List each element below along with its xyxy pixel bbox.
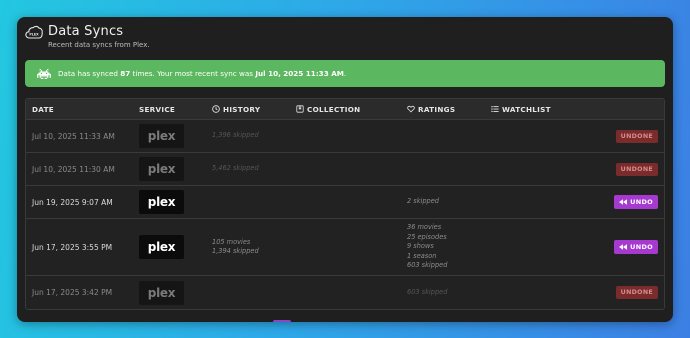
table-row: Jun 17, 2025 3:55 PM plex 105 movies 1,3… bbox=[26, 219, 664, 276]
history-line: 5,462 skipped bbox=[212, 164, 259, 173]
alert-prefix: Data has synced bbox=[58, 69, 121, 78]
alert-text: Data has synced 87 times. Your most rece… bbox=[58, 69, 346, 78]
plex-logo: plex bbox=[139, 190, 184, 214]
table-row: Jun 17, 2025 3:42 PM plex 603 skipped UN… bbox=[26, 276, 664, 309]
undone-button[interactable]: UNDONE bbox=[615, 129, 658, 143]
history-cell: 1,396 skipped bbox=[212, 131, 296, 141]
space-invader-icon bbox=[37, 68, 51, 79]
plex-logo: plex bbox=[139, 157, 184, 181]
row-date: Jun 17, 2025 3:55 PM bbox=[32, 242, 113, 252]
scroll-indicator[interactable] bbox=[273, 320, 291, 322]
header-watchlist-label: WATCHLIST bbox=[502, 104, 551, 114]
header-watchlist: WATCHLIST bbox=[491, 105, 581, 114]
sync-count: 87 bbox=[120, 69, 131, 78]
plex-logo: plex bbox=[139, 280, 184, 305]
action-cell: UNDONE bbox=[581, 286, 664, 299]
header-date: DATE bbox=[32, 104, 54, 114]
bookmark-icon bbox=[296, 105, 304, 113]
ratings-cell: 2 skipped bbox=[407, 197, 491, 207]
page-title: Data Syncs bbox=[48, 24, 124, 39]
page-subtitle: Recent data syncs from Plex. bbox=[48, 41, 150, 49]
alert-middle: times. Your most recent sync was bbox=[130, 69, 256, 78]
header-ratings-label: RATINGS bbox=[418, 104, 456, 114]
action-cell: UNDO bbox=[581, 195, 664, 209]
panel-header: PLEX Data Syncs Recent data syncs from P… bbox=[25, 24, 150, 49]
table-header: DATE SERVICE HISTORY COLLECTION RATINGS … bbox=[26, 99, 664, 120]
heart-icon bbox=[407, 105, 415, 113]
ratings-cell: 603 skipped bbox=[407, 288, 491, 298]
table-row: Jun 19, 2025 9:07 AM plex 2 skipped UNDO bbox=[26, 186, 664, 219]
undo-label: UNDO bbox=[630, 243, 653, 251]
service-cell: plex bbox=[139, 280, 212, 305]
row-date: Jul 10, 2025 11:33 AM bbox=[32, 131, 115, 141]
undo-button[interactable]: UNDO bbox=[614, 195, 658, 209]
row-date: Jul 10, 2025 11:30 AM bbox=[32, 164, 115, 174]
header-ratings: RATINGS bbox=[407, 105, 491, 114]
service-cell: plex bbox=[139, 124, 212, 148]
row-date: Jun 17, 2025 3:42 PM bbox=[32, 288, 113, 297]
ratings-cell: 36 movies 25 episodes 9 shows 1 season 6… bbox=[407, 223, 491, 271]
data-syncs-panel: PLEX Data Syncs Recent data syncs from P… bbox=[17, 17, 673, 322]
syncs-table: DATE SERVICE HISTORY COLLECTION RATINGS … bbox=[25, 98, 665, 310]
sync-status-alert: Data has synced 87 times. Your most rece… bbox=[25, 60, 665, 87]
table-row: Jul 10, 2025 11:30 AM plex 5,462 skipped… bbox=[26, 153, 664, 186]
ratings-line: 2 skipped bbox=[407, 197, 439, 206]
cloud-plex-icon: PLEX bbox=[25, 25, 43, 39]
service-cell: plex bbox=[139, 235, 212, 259]
history-line: 1,394 skipped bbox=[212, 247, 259, 255]
service-cell: plex bbox=[139, 157, 212, 181]
history-cell: 105 movies 1,394 skipped bbox=[212, 238, 296, 257]
history-line: 105 movies bbox=[212, 237, 251, 246]
header-service: SERVICE bbox=[139, 104, 176, 114]
action-cell: UNDONE bbox=[581, 129, 664, 143]
ratings-line: 603 skipped bbox=[407, 287, 448, 296]
undo-button[interactable]: UNDO bbox=[614, 240, 658, 254]
action-cell: UNDONE bbox=[581, 162, 664, 176]
plex-logo: plex bbox=[139, 124, 184, 148]
alert-suffix: . bbox=[343, 69, 347, 78]
undone-button[interactable]: UNDONE bbox=[615, 162, 658, 176]
table-row: Jul 10, 2025 11:33 AM plex 1,396 skipped… bbox=[26, 120, 664, 153]
last-sync-date: Jul 10, 2025 11:33 AM bbox=[255, 69, 344, 78]
action-cell: UNDO bbox=[581, 240, 664, 254]
plex-logo: plex bbox=[139, 235, 184, 259]
header-history: HISTORY bbox=[212, 105, 296, 114]
clock-icon bbox=[212, 105, 220, 113]
service-cell: plex bbox=[139, 190, 212, 214]
undone-button[interactable]: UNDONE bbox=[615, 286, 658, 299]
undo-label: UNDO bbox=[630, 198, 653, 206]
history-cell: 5,462 skipped bbox=[212, 164, 296, 174]
ratings-line: 36 movies bbox=[407, 223, 442, 232]
header-collection-label: COLLECTION bbox=[307, 104, 361, 114]
rewind-icon bbox=[619, 244, 628, 250]
ratings-line: 9 shows bbox=[407, 242, 434, 251]
ratings-line: 1 season bbox=[407, 251, 437, 260]
rewind-icon bbox=[619, 199, 628, 205]
header-collection: COLLECTION bbox=[296, 105, 407, 114]
ratings-line: 603 skipped bbox=[407, 261, 448, 270]
row-date: Jun 19, 2025 9:07 AM bbox=[32, 197, 113, 207]
cloud-logo-text: PLEX bbox=[29, 32, 39, 36]
list-icon bbox=[491, 106, 499, 113]
header-history-label: HISTORY bbox=[223, 104, 261, 114]
history-line: 1,396 skipped bbox=[212, 131, 259, 140]
ratings-line: 25 episodes bbox=[407, 232, 447, 241]
